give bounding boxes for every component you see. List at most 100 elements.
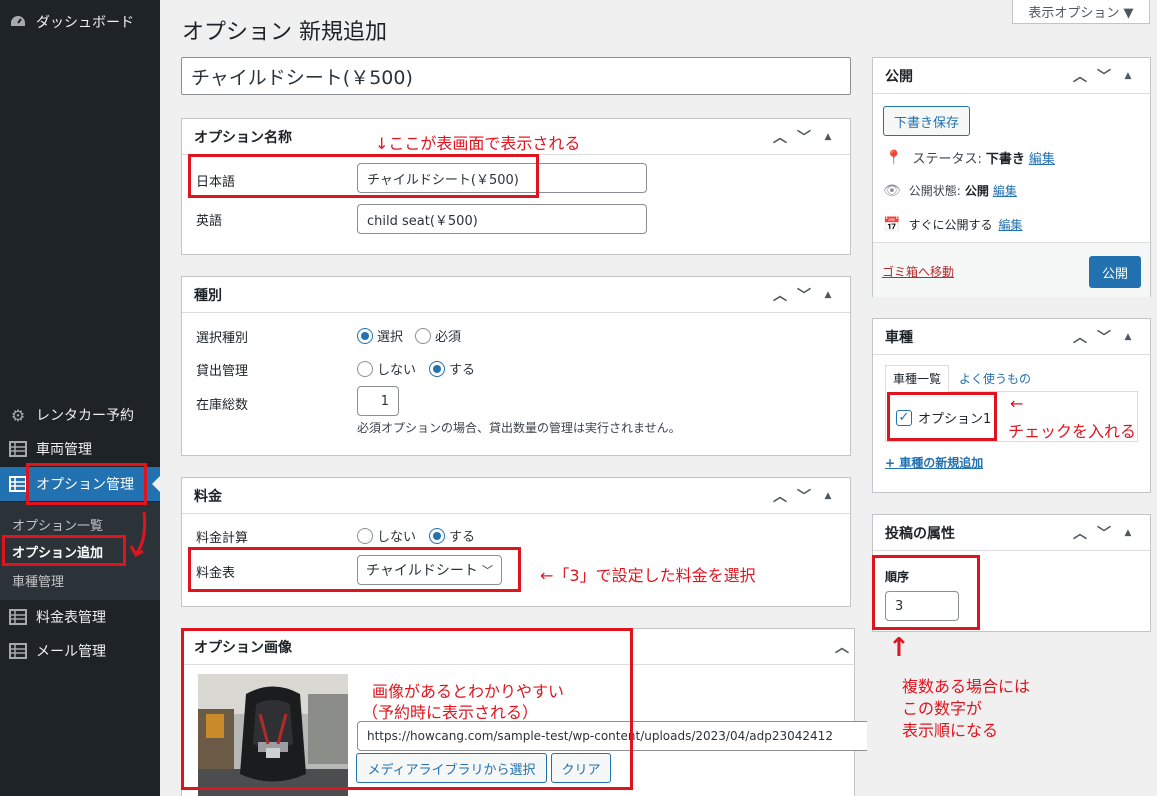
annotation-arrow-icon bbox=[129, 511, 147, 558]
radio-label: する bbox=[449, 363, 476, 378]
radio-checked-icon bbox=[429, 527, 445, 544]
radio-rental-yes[interactable]: する bbox=[429, 359, 475, 378]
edit-visibility-link[interactable]: 編集 bbox=[993, 182, 1017, 199]
radio-label: しない bbox=[377, 363, 417, 378]
sidebar-item-label: ダッシュボード bbox=[36, 15, 134, 31]
sidebar-item-vehicles[interactable]: 車両管理 bbox=[0, 432, 160, 466]
chevron-up-icon[interactable]: ︿ bbox=[768, 478, 792, 514]
annotation-check-note: チェックを入れる bbox=[1008, 422, 1137, 441]
chevron-down-icon[interactable]: ﹀ bbox=[792, 277, 816, 313]
radio-label: 選択 bbox=[377, 330, 404, 345]
edit-schedule-link[interactable]: 編集 bbox=[998, 216, 1022, 233]
list-icon bbox=[8, 607, 28, 627]
radio-label: 必須 bbox=[435, 330, 462, 345]
gear-icon: ⚙ bbox=[10, 405, 26, 425]
chevron-down-icon[interactable]: ﹀ bbox=[1092, 319, 1116, 355]
add-car-type-link[interactable]: + 車種の新規追加 bbox=[885, 454, 983, 471]
annotation-order-note-1: 複数ある場合には bbox=[902, 677, 1031, 696]
calendar-icon: 📅 bbox=[883, 216, 901, 233]
eye-icon: 👁 bbox=[883, 182, 901, 199]
english-name-input[interactable]: child seat(￥500) bbox=[357, 204, 647, 234]
publish-box: 公開 ︿ ﹀ ▲ 下書き保存 📍 ステータス: 下書き 編集 👁 公開状態: 公… bbox=[872, 57, 1151, 297]
annotation-up-arrow: ↑ bbox=[888, 633, 910, 663]
submenu-car-types[interactable]: 車種管理 bbox=[12, 571, 64, 590]
edit-status-link[interactable]: 編集 bbox=[1029, 148, 1055, 167]
radio-label: しない bbox=[377, 530, 417, 545]
sidebar-item-label: レンタカー予約 bbox=[36, 408, 134, 424]
select-type-label: 選択種別 bbox=[196, 331, 249, 346]
visibility-label: 公開状態: bbox=[908, 184, 961, 198]
type-header: 種別 ︿ ﹀ ▲ bbox=[182, 277, 850, 313]
schedule-label: すぐに公開する bbox=[908, 218, 993, 232]
sidebar-item-price-tables[interactable]: 料金表管理 bbox=[0, 600, 160, 634]
annotation-name-note: ↓ここが表画面で表示される bbox=[375, 134, 581, 153]
annotation-box-japanese bbox=[188, 154, 539, 198]
tab-all-car-types[interactable]: 車種一覧 bbox=[885, 365, 949, 392]
collapse-toggle-icon[interactable]: ▲ bbox=[816, 277, 840, 313]
collapse-toggle-icon[interactable]: ▲ bbox=[816, 119, 840, 155]
status-value: 下書き bbox=[985, 152, 1025, 167]
box-handles: ︿ ﹀ ▲ bbox=[768, 119, 840, 155]
stock-input[interactable]: 1 bbox=[357, 386, 399, 416]
chevron-down-icon[interactable]: ﹀ bbox=[1092, 58, 1116, 94]
trash-link[interactable]: ゴミ箱へ移動 bbox=[882, 263, 954, 280]
chevron-up-icon[interactable]: ︿ bbox=[1068, 515, 1092, 551]
rental-mgmt-label: 貸出管理 bbox=[196, 364, 249, 379]
radio-select[interactable]: 選択 bbox=[357, 326, 403, 345]
english-label: 英語 bbox=[196, 214, 223, 229]
schedule-row: 📅 すぐに公開する 編集 bbox=[883, 216, 1022, 233]
publish-header: 公開 ︿ ﹀ ▲ bbox=[873, 58, 1150, 94]
price-header: 料金 ︿ ﹀ ▲ bbox=[182, 478, 850, 514]
chevron-down-icon[interactable]: ﹀ bbox=[1092, 515, 1116, 551]
publish-actions: ゴミ箱へ移動 公開 bbox=[873, 242, 1150, 297]
annotation-box-option-add bbox=[2, 535, 126, 566]
radio-unchecked-icon bbox=[357, 527, 373, 544]
chevron-down-icon[interactable]: ﹀ bbox=[792, 478, 816, 514]
submenu-option-list[interactable]: オプション一覧 bbox=[12, 515, 103, 534]
price-calc-label: 料金計算 bbox=[196, 531, 249, 546]
tab-popular-car-types[interactable]: よく使うもの bbox=[959, 370, 1031, 387]
save-draft-button[interactable]: 下書き保存 bbox=[883, 106, 970, 136]
radio-calc-yes[interactable]: する bbox=[429, 526, 475, 545]
box-handles: ︿ ﹀ ▲ bbox=[768, 277, 840, 313]
sidebar-item-label: 料金表管理 bbox=[36, 610, 106, 626]
radio-calc-no[interactable]: しない bbox=[357, 526, 416, 545]
radio-checked-icon bbox=[357, 327, 373, 344]
annotation-box-checkbox bbox=[887, 392, 997, 441]
annotation-order-note-2: この数字が bbox=[902, 699, 983, 718]
visibility-row: 👁 公開状態: 公開 編集 bbox=[883, 182, 1017, 199]
dashboard-icon bbox=[8, 12, 28, 32]
sidebar-item-mail[interactable]: メール管理 bbox=[0, 634, 160, 668]
chevron-up-icon[interactable]: ︿ bbox=[1068, 58, 1092, 94]
chevron-up-icon[interactable]: ︿ bbox=[768, 277, 792, 313]
chevron-down-icon[interactable]: ﹀ bbox=[792, 119, 816, 155]
annotation-box-price-table bbox=[188, 547, 521, 592]
collapse-toggle-icon[interactable]: ▲ bbox=[1116, 58, 1140, 94]
annotation-price-note: ←「3」で設定した料金を選択 bbox=[540, 566, 756, 585]
status-row: 📍 ステータス: 下書き 編集 bbox=[885, 148, 1055, 168]
screen-options-button[interactable]: 表示オプション ▼ bbox=[1012, 0, 1150, 24]
radio-unchecked-icon bbox=[357, 360, 373, 377]
postbox-title: 投稿の属性 bbox=[885, 525, 955, 542]
radio-unchecked-icon bbox=[415, 327, 431, 344]
box-handles: ︿ ﹀ ▲ bbox=[1068, 515, 1140, 551]
chevron-up-icon[interactable]: ︿ bbox=[830, 629, 854, 665]
radio-required[interactable]: 必須 bbox=[415, 326, 461, 345]
box-handles: ︿ bbox=[830, 629, 854, 665]
sidebar-item-dashboard[interactable]: ダッシュボード bbox=[0, 5, 160, 39]
type-box: 種別 ︿ ﹀ ▲ 選択種別 選択 必須 貸出管理 しない する 在庫総数 1 必… bbox=[181, 276, 851, 456]
chevron-up-icon[interactable]: ︿ bbox=[1068, 319, 1092, 355]
box-handles: ︿ ﹀ ▲ bbox=[768, 478, 840, 514]
box-handles: ︿ ﹀ ▲ bbox=[1068, 58, 1140, 94]
collapse-toggle-icon[interactable]: ▲ bbox=[816, 478, 840, 514]
radio-label: する bbox=[449, 530, 476, 545]
post-title-input[interactable]: チャイルドシート(￥500) bbox=[181, 57, 851, 95]
publish-button[interactable]: 公開 bbox=[1089, 256, 1141, 288]
collapse-toggle-icon[interactable]: ▲ bbox=[1116, 319, 1140, 355]
stock-label: 在庫総数 bbox=[196, 398, 249, 413]
chevron-up-icon[interactable]: ︿ bbox=[768, 119, 792, 155]
radio-rental-no[interactable]: しない bbox=[357, 359, 416, 378]
collapse-toggle-icon[interactable]: ▲ bbox=[1116, 515, 1140, 551]
postbox-title: オプション名称 bbox=[194, 129, 292, 146]
sidebar-item-rental-reservation[interactable]: ⚙ レンタカー予約 bbox=[0, 398, 160, 432]
